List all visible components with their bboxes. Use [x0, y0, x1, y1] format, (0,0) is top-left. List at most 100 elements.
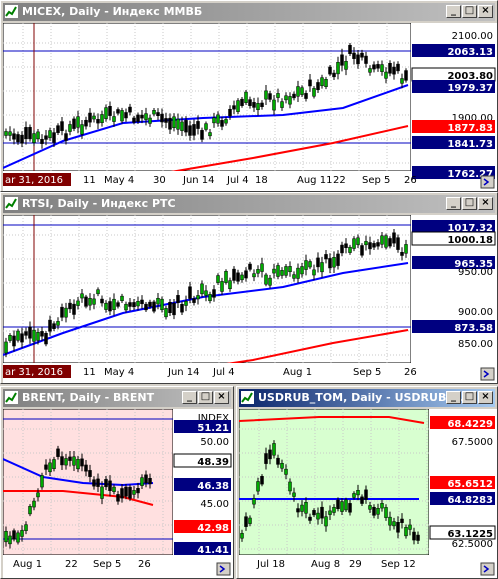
- candle: [176, 118, 180, 130]
- candle: [132, 302, 136, 308]
- micex-title-bar[interactable]: MICEX, Daily - Индекс ММВБ _ □ ×: [3, 3, 495, 21]
- candle: [24, 331, 28, 336]
- close-button[interactable]: ×: [478, 391, 493, 404]
- candle: [336, 61, 340, 75]
- candle: [104, 479, 108, 487]
- candle: [392, 521, 396, 527]
- candle: [180, 304, 184, 313]
- price-label: 64.8283: [447, 495, 493, 506]
- usdrub-chart[interactable]: 68.422967.500065.651264.828363.122562.50…: [239, 409, 497, 578]
- chart-icon: [5, 391, 18, 404]
- usdrub-title-bar[interactable]: USDRUB_TOM, Daily - USDRUB_... _ □ ×: [239, 389, 495, 407]
- candle: [216, 275, 220, 283]
- candle: [268, 277, 272, 286]
- chart-icon: [5, 197, 18, 210]
- candle: [268, 449, 272, 460]
- candle: [396, 237, 400, 250]
- candle: [336, 253, 340, 266]
- candle: [380, 235, 384, 245]
- close-button[interactable]: ×: [214, 391, 229, 404]
- candle: [204, 123, 208, 130]
- candle: [264, 274, 268, 285]
- candle: [92, 298, 96, 305]
- maximize-button[interactable]: □: [462, 5, 477, 18]
- candle: [368, 242, 372, 250]
- date-label: Aug 1: [13, 559, 42, 570]
- rtsi-window[interactable]: RTSI, Daily - Индекс РТС _ □ × 1017.32 10…: [0, 192, 498, 384]
- candle: [32, 329, 36, 342]
- date-label: 26: [138, 559, 151, 570]
- micex-chart[interactable]: 2100.002063.132003.801979.371900.001877.…: [3, 23, 497, 191]
- date-label: Aug 8: [311, 559, 340, 570]
- candle: [240, 533, 244, 539]
- candle: [320, 262, 324, 273]
- candle: [248, 263, 252, 270]
- candle: [240, 98, 244, 106]
- candle: [152, 110, 156, 115]
- candle: [52, 323, 56, 330]
- candle: [392, 232, 396, 244]
- candle: [248, 517, 252, 524]
- close-button[interactable]: ×: [478, 197, 493, 210]
- minimize-button[interactable]: _: [182, 391, 197, 404]
- candle: [44, 332, 48, 345]
- candle: [260, 476, 264, 485]
- candle: [84, 464, 88, 472]
- candle: [4, 530, 8, 543]
- candle: [280, 463, 284, 469]
- price-label: 62.5000: [452, 539, 493, 550]
- candle: [412, 531, 416, 541]
- candle: [212, 289, 216, 298]
- candle: [160, 113, 164, 123]
- close-button[interactable]: ×: [478, 5, 493, 18]
- candle: [256, 269, 260, 274]
- candle: [320, 77, 324, 87]
- date-label: 30: [153, 175, 166, 186]
- micex-window[interactable]: MICEX, Daily - Индекс ММВБ _ □ × 2100.00…: [0, 0, 498, 192]
- price-label: 900.00: [458, 307, 493, 318]
- candle: [16, 134, 20, 143]
- usdrub-window[interactable]: USDRUB_TOM, Daily - USDRUB_... _ □ × 68.…: [236, 386, 498, 579]
- maximize-button[interactable]: □: [462, 197, 477, 210]
- candle: [408, 524, 412, 530]
- minimize-button[interactable]: _: [446, 5, 461, 18]
- candle: [128, 486, 132, 499]
- rtsi-chart[interactable]: 1017.321000.18965.35950.00900.00873.5885…: [3, 215, 497, 383]
- candle: [32, 133, 36, 143]
- candle: [140, 114, 144, 119]
- candle: [184, 301, 188, 306]
- minimize-button[interactable]: _: [446, 197, 461, 210]
- candle: [104, 303, 108, 310]
- candle: [264, 90, 268, 100]
- candle: [4, 131, 8, 136]
- brent-title-bar[interactable]: BRENT, Daily - BRENT _ □ ×: [3, 389, 231, 407]
- date-label: May 4: [104, 175, 134, 186]
- candle: [284, 468, 288, 475]
- maximize-button[interactable]: □: [462, 391, 477, 404]
- candle: [156, 112, 160, 116]
- candle: [236, 100, 240, 112]
- brent-chart[interactable]: INDEX51.2150.0048.3946.3845.0042.9841.41…: [3, 409, 233, 578]
- candle: [116, 302, 120, 307]
- price-label: 68.4229: [447, 419, 493, 430]
- candle: [76, 300, 80, 306]
- candle: [244, 91, 248, 103]
- rtsi-title-bar[interactable]: RTSI, Daily - Индекс РТС _ □ ×: [3, 195, 495, 213]
- candle: [352, 238, 356, 249]
- maximize-button[interactable]: □: [198, 391, 213, 404]
- candle: [252, 273, 256, 278]
- candle: [112, 116, 116, 122]
- candle: [104, 107, 108, 119]
- minimize-button[interactable]: _: [446, 391, 461, 404]
- candle: [260, 102, 264, 107]
- candle: [320, 506, 324, 519]
- brent-window[interactable]: BRENT, Daily - BRENT _ □ × INDEX 51.21 50.…: [0, 386, 234, 579]
- candle: [368, 68, 372, 73]
- date-label: Jun 14: [182, 175, 215, 186]
- candle: [20, 530, 24, 537]
- candle: [316, 257, 320, 268]
- candle: [120, 488, 124, 499]
- candle: [148, 117, 152, 124]
- candle: [268, 93, 272, 100]
- candle: [92, 115, 96, 120]
